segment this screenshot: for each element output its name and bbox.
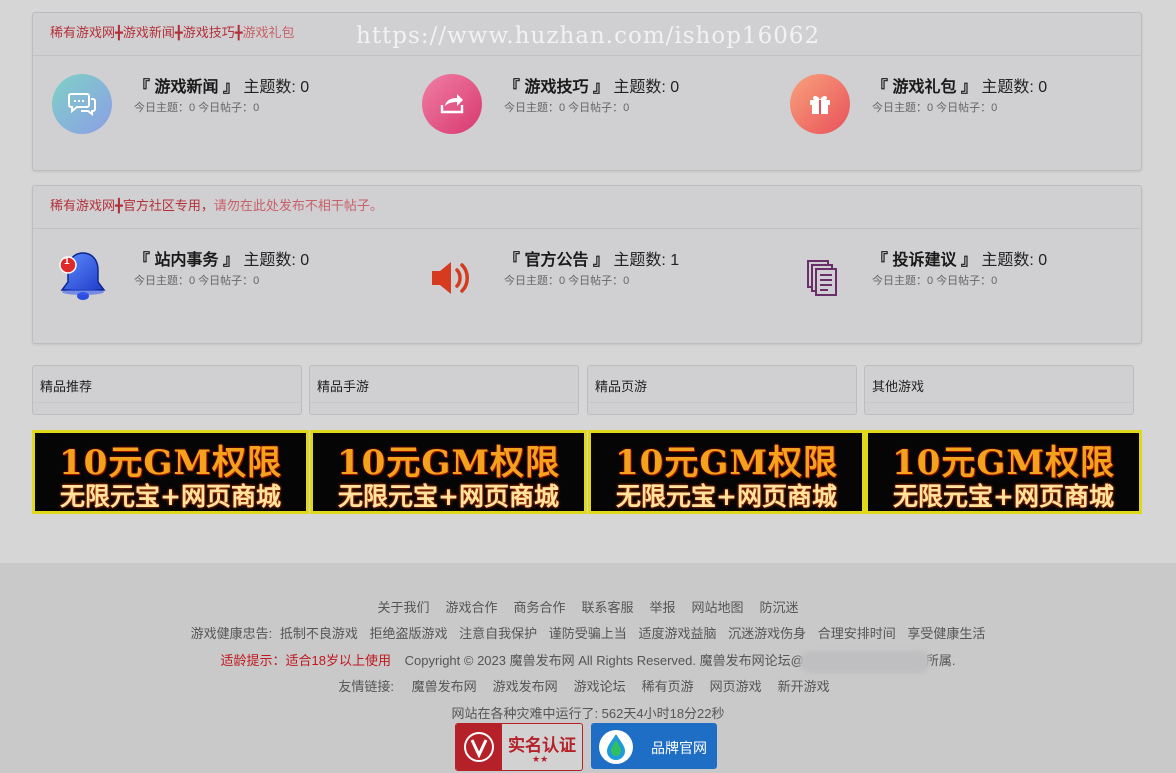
breadcrumb-note: 请勿在此处发布不相干帖子。 (213, 198, 383, 213)
topic-count: 0 (1038, 252, 1048, 269)
topic-count: 1 (670, 252, 680, 269)
footer-nav: 关于我们 游戏合作 商务合作 联系客服 举报 网站地图 防沉迷 (0, 597, 1176, 616)
star-rating: ★★ (532, 754, 549, 764)
copyright-row: 适龄提示：适合18岁以上使用 Copyright © 2023 魔兽发布网 Al… (0, 650, 1176, 673)
footer-link-support[interactable]: 联系客服 (581, 600, 633, 615)
real-name-badge[interactable]: 实名认证 ★★ (455, 723, 583, 771)
forum-title[interactable]: 『 游戏礼包 』 (872, 79, 977, 96)
forum-title[interactable]: 『 游戏新闻 』 (134, 79, 239, 96)
topic-count: 0 (670, 79, 680, 96)
forum-stats: 今日主题：0 今日帖子：0 (872, 275, 998, 287)
speaker-icon (422, 247, 484, 309)
ad-banner[interactable]: 10元GM权限 无限元宝+网页商城 (865, 430, 1142, 514)
forum-section-games: 稀有游戏网╋游戏新闻╋游戏技巧╋游戏礼包 https://www.huzhan.… (32, 12, 1142, 171)
ad-banners: 10元GM权限 无限元宝+网页商城 10元GM权限 无限元宝+网页商城 10元GM权… (32, 430, 1142, 514)
droplet-logo-icon (599, 730, 633, 764)
tab-mobile-games[interactable]: 精品手游 (309, 365, 579, 415)
age-warning: 适龄提示：适合18岁以上使用 (220, 653, 392, 668)
friend-links: 友情链接: 魔兽发布网 游戏发布网 游戏论坛 稀有页游 网页游戏 新开游戏 (338, 679, 830, 694)
forum-stats: 今日主题：0 今日帖子：0 (134, 102, 260, 114)
copyright-text: Copyright © 2023 魔兽发布网 All Rights Reserv… (404, 653, 804, 668)
breadcrumb-news[interactable]: 游戏新闻 (123, 25, 175, 40)
footer-link-anti-addiction[interactable]: 防沉迷 (760, 600, 799, 615)
tab-other-games[interactable]: 其他游戏 (864, 365, 1134, 415)
friend-link[interactable]: 魔兽发布网 (412, 679, 477, 694)
health-advice: 游戏健康忠告: 抵制不良游戏 拒绝盗版游戏 注意自我保护 谨防受骗上当 适度游戏… (190, 626, 986, 641)
tab-featured[interactable]: 精品推荐 (32, 365, 302, 415)
site-footer: 关于我们 游戏合作 商务合作 联系客服 举报 网站地图 防沉迷 游戏健康忠告: 抵制不良游戏… (0, 563, 1176, 773)
footer-link-report[interactable]: 举报 (650, 600, 676, 615)
breadcrumb: 稀有游戏网╋游戏新闻╋游戏技巧╋游戏礼包 https://www.huzhan.… (33, 13, 1141, 56)
forum-section-official: 稀有游戏网╋官方社区专用，请勿在此处发布不相干帖子。 1 『 站内事务 』 主题… (32, 185, 1142, 344)
redacted-text (799, 650, 930, 673)
forum-title[interactable]: 『 站内事务 』 (134, 252, 239, 269)
forum-title[interactable]: 『 游戏技巧 』 (504, 79, 609, 96)
friend-link[interactable]: 游戏论坛 (574, 679, 626, 694)
footer-link-sitemap[interactable]: 网站地图 (692, 600, 744, 615)
tab-web-games[interactable]: 精品页游 (587, 365, 857, 415)
friend-link[interactable]: 稀有页游 (642, 679, 694, 694)
breadcrumb: 稀有游戏网╋官方社区专用，请勿在此处发布不相干帖子。 (33, 186, 1141, 229)
breadcrumb-site[interactable]: 稀有游戏网 (50, 198, 115, 213)
brand-site-badge[interactable]: 品牌官网 (591, 723, 717, 769)
breadcrumb-gifts[interactable]: 游戏礼包 (243, 25, 295, 40)
breadcrumb-official: 官方社区专用， (122, 198, 214, 213)
documents-icon (790, 247, 852, 309)
footer-link-game-coop[interactable]: 游戏合作 (445, 600, 497, 615)
category-tabs: 精品推荐 精品手游 精品页游 其他游戏 (32, 365, 1142, 415)
forum-game-news[interactable]: 『 游戏新闻 』 主题数: 0 今日主题：0 今日帖子：0 (52, 74, 412, 144)
forum-stats: 今日主题：0 今日帖子：0 (504, 102, 630, 114)
topic-count: 0 (300, 79, 310, 96)
forum-complaints[interactable]: 『 投诉建议 』 主题数: 0 今日主题：0 今日帖子：0 (790, 247, 1150, 317)
friend-link[interactable]: 网页游戏 (710, 679, 762, 694)
friend-link[interactable]: 新开游戏 (778, 679, 830, 694)
breadcrumb-site[interactable]: 稀有游戏网 (50, 25, 115, 40)
forum-announcements[interactable]: 『 官方公告 』 主题数: 1 今日主题：0 今日帖子：0 (422, 247, 782, 317)
forum-title[interactable]: 『 投诉建议 』 (872, 252, 977, 269)
gift-icon (790, 74, 852, 136)
v-logo-icon (456, 724, 502, 770)
notification-badge: 1 (64, 256, 70, 267)
ad-banner[interactable]: 10元GM权限 无限元宝+网页商城 (588, 430, 865, 514)
chat-bubble-icon (52, 74, 114, 136)
uptime-text: 网站在各种灾难中运行了: 562天4小时18分22秒 (451, 706, 725, 721)
footer-link-about[interactable]: 关于我们 (377, 600, 429, 615)
topic-count: 0 (1038, 79, 1048, 96)
friend-link[interactable]: 游戏发布网 (493, 679, 558, 694)
footer-link-business[interactable]: 商务合作 (513, 600, 565, 615)
watermark-text: https://www.huzhan.com/ishop16062 (356, 23, 821, 49)
forum-site-affairs[interactable]: 1 『 站内事务 』 主题数: 0 今日主题：0 今日帖子：0 (52, 247, 412, 317)
topic-count: 0 (300, 252, 310, 269)
forum-stats: 今日主题：0 今日帖子：0 (872, 102, 998, 114)
forum-stats: 今日主题：0 今日帖子：0 (504, 275, 630, 287)
forum-game-tips[interactable]: 『 游戏技巧 』 主题数: 0 今日主题：0 今日帖子：0 (422, 74, 782, 144)
forum-game-gifts[interactable]: 『 游戏礼包 』 主题数: 0 今日主题：0 今日帖子：0 (790, 74, 1150, 144)
breadcrumb-tips[interactable]: 游戏技巧 (183, 25, 235, 40)
bell-icon: 1 (52, 247, 114, 309)
ad-banner[interactable]: 10元GM权限 无限元宝+网页商城 (32, 430, 309, 514)
share-arrow-icon (422, 74, 484, 136)
forum-title[interactable]: 『 官方公告 』 (504, 252, 609, 269)
forum-stats: 今日主题：0 今日帖子：0 (134, 275, 260, 287)
ad-banner[interactable]: 10元GM权限 无限元宝+网页商城 (310, 430, 587, 514)
